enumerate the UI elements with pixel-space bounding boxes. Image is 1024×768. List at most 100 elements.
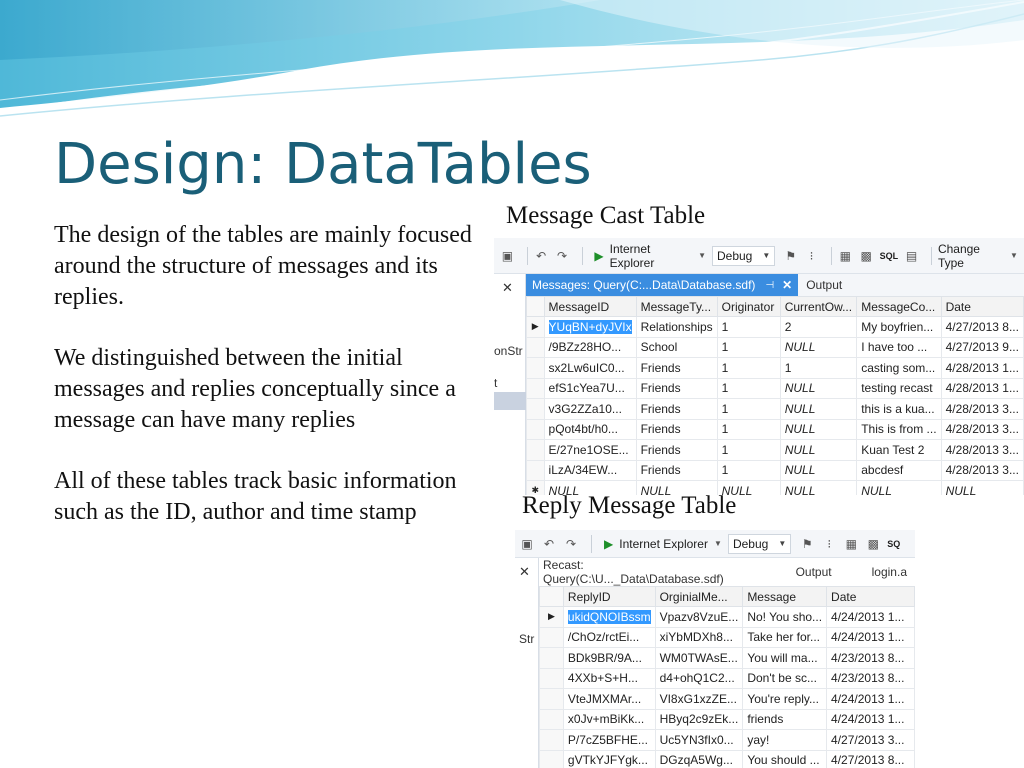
column-header[interactable]: MessageCo... [856, 296, 942, 317]
table-row[interactable]: VteJMXMAr... VI8xG1xzZE... You're reply...… [539, 688, 915, 710]
diagram-icon[interactable]: ▦ [843, 536, 859, 552]
column-header[interactable]: MessageTy... [635, 296, 718, 317]
table-cell[interactable]: 4/27/2013 3... [826, 729, 915, 751]
table-cell[interactable]: 1 [716, 377, 781, 399]
table-cell[interactable]: gVTkYJFYgk... [562, 749, 656, 768]
table-cell[interactable]: 2 [779, 316, 858, 338]
column-header[interactable]: CurrentOw... [779, 296, 858, 317]
row-header[interactable] [539, 729, 564, 751]
chevron-down-icon[interactable]: ▼ [714, 536, 722, 552]
table-cell[interactable]: 4/28/2013 1... [940, 377, 1024, 399]
table-cell[interactable]: 4/27/2013 8... [826, 749, 915, 768]
row-header-corner[interactable] [526, 296, 545, 317]
current-row-icon[interactable]: ▶ [526, 316, 545, 338]
table-row[interactable]: ▶ ukidQNOIBssm Vpazv8VzuE... No! You sho...… [539, 606, 915, 628]
table-cell[interactable]: 1 [716, 418, 781, 440]
table-cell[interactable]: HByq2c9zEk... [654, 708, 744, 730]
row-header[interactable] [539, 688, 564, 710]
table-row[interactable]: iLzA/34EW... Friends 1 NULL abcdesf 4/28/2013… [526, 459, 1024, 481]
table-cell[interactable]: Friends [635, 459, 718, 481]
table-cell[interactable]: 1 [716, 357, 781, 379]
table-cell[interactable]: pQot4bt/h0... [543, 418, 637, 440]
new-row-icon[interactable]: ✱ [526, 480, 545, 495]
row-header[interactable] [539, 708, 564, 730]
table-row[interactable]: BDk9BR/9A... WM0TWAsE... You will ma... 4/2… [539, 647, 915, 669]
table-cell[interactable]: DGzqA5Wg... [654, 749, 744, 768]
close-icon[interactable]: ✕ [782, 278, 792, 292]
table-row[interactable]: P/7cZ5BFHE... Uc5YN3fIx0... yay! 4/27/2013 … [539, 729, 915, 751]
sql-pane-button[interactable]: SQ [887, 539, 900, 549]
table-row[interactable]: sx2Lw6uIC0... Friends 1 1 casting som... 4/28… [526, 357, 1024, 379]
table-cell[interactable]: VI8xG1xzZE... [654, 688, 744, 710]
table-cell[interactable]: 4/24/2013 1... [826, 626, 915, 648]
table-cell[interactable]: NULL [779, 459, 858, 481]
find-icon[interactable]: ⚑ [783, 248, 798, 264]
table-cell[interactable]: testing recast [856, 377, 942, 399]
table-row[interactable]: /9BZz28HO... School 1 NULL I have too ... 4/2… [526, 336, 1024, 358]
table-row[interactable]: x0Jv+mBiKk... HByq2c9zEk... friends 4/24/20… [539, 708, 915, 730]
column-header[interactable]: OrginialMe... [654, 586, 744, 607]
table-cell[interactable]: xiYbMDXh8... [654, 626, 744, 648]
tab-output[interactable]: Output [798, 278, 850, 292]
table-row[interactable]: efS1cYea7U... Friends 1 NULL testing recast 4… [526, 377, 1024, 399]
column-header[interactable]: Originator [716, 296, 781, 317]
grid-icon[interactable]: ▩ [859, 248, 874, 264]
row-header[interactable] [526, 357, 545, 379]
row-header[interactable] [526, 336, 545, 358]
table-cell[interactable]: 4XXb+S+H... [562, 667, 656, 689]
configuration-dropdown[interactable]: Debug ▼ [727, 533, 792, 554]
table-cell[interactable]: NULL [779, 398, 858, 420]
table-cell[interactable]: Vpazv8VzuE... [654, 606, 744, 628]
save-all-icon[interactable]: ▣ [519, 536, 535, 552]
close-icon[interactable]: ✕ [519, 564, 530, 580]
table-cell[interactable]: /9BZz28HO... [543, 336, 637, 358]
table-row[interactable]: 4XXb+S+H... d4+ohQ1C2... Don't be sc... 4/2… [539, 667, 915, 689]
table-cell[interactable]: casting som... [856, 357, 942, 379]
table-cell[interactable]: No! You sho... [742, 606, 828, 628]
table-cell[interactable]: VteJMXMAr... [562, 688, 656, 710]
table-cell[interactable]: My boyfrien... [856, 316, 942, 338]
table-cell[interactable]: School [635, 336, 718, 358]
table-cell[interactable]: NULL [856, 480, 942, 495]
table-cell[interactable]: Friends [635, 398, 718, 420]
table-cell[interactable]: Don't be sc... [742, 667, 828, 689]
table-cell[interactable]: Uc5YN3fIx0... [654, 729, 744, 751]
table-cell[interactable]: NULL [716, 480, 781, 495]
table-cell[interactable]: 4/23/2013 8... [826, 647, 915, 669]
column-header[interactable]: MessageID [543, 296, 637, 317]
table-cell[interactable]: 1 [716, 459, 781, 481]
table-cell[interactable]: You should ... [742, 749, 828, 768]
chevron-down-icon[interactable]: ▼ [1010, 248, 1018, 264]
table-cell[interactable]: NULL [940, 480, 1024, 495]
table-cell[interactable]: NULL [779, 336, 858, 358]
table-cell[interactable]: 1 [716, 336, 781, 358]
browser-selector[interactable]: Internet Explorer [619, 537, 708, 551]
table-cell[interactable]: this is a kua... [856, 398, 942, 420]
table-cell[interactable]: WM0TWAsE... [654, 647, 744, 669]
table-row[interactable]: E/27ne1OSE... Friends 1 NULL Kuan Test 2 4/28… [526, 439, 1024, 461]
table-row[interactable]: /ChOz/rctEi... xiYbMDXh8... Take her for..… [539, 626, 915, 648]
table-cell[interactable]: BDk9BR/9A... [562, 647, 656, 669]
sql-pane-button[interactable]: SQL [880, 251, 899, 261]
table-cell[interactable]: 4/24/2013 1... [826, 688, 915, 710]
table-cell[interactable]: sx2Lw6uIC0... [543, 357, 637, 379]
current-row-icon[interactable]: ▶ [539, 606, 564, 628]
table-cell[interactable]: YUqBN+dyJVIx [543, 316, 637, 338]
table-row[interactable]: pQot4bt/h0... Friends 1 NULL This is from ..… [526, 418, 1024, 440]
tab-login[interactable]: login.a [840, 565, 915, 579]
table-cell[interactable]: NULL [779, 480, 858, 495]
row-header[interactable] [526, 398, 545, 420]
chevron-down-icon[interactable]: ▼ [698, 248, 706, 264]
table-cell[interactable]: I have too ... [856, 336, 942, 358]
table-cell[interactable]: Friends [635, 357, 718, 379]
row-header[interactable] [526, 459, 545, 481]
column-header[interactable]: ReplyID [562, 586, 656, 607]
table-cell[interactable]: ukidQNOIBssm [562, 606, 656, 628]
undo-icon[interactable]: ↶ [541, 536, 557, 552]
table-cell[interactable]: This is from ... [856, 418, 942, 440]
table-cell[interactable]: 1 [779, 357, 858, 379]
table-cell[interactable]: friends [742, 708, 828, 730]
table-cell[interactable]: NULL [635, 480, 718, 495]
overflow-icon[interactable]: ⁝ [804, 248, 819, 264]
table-cell[interactable]: yay! [742, 729, 828, 751]
